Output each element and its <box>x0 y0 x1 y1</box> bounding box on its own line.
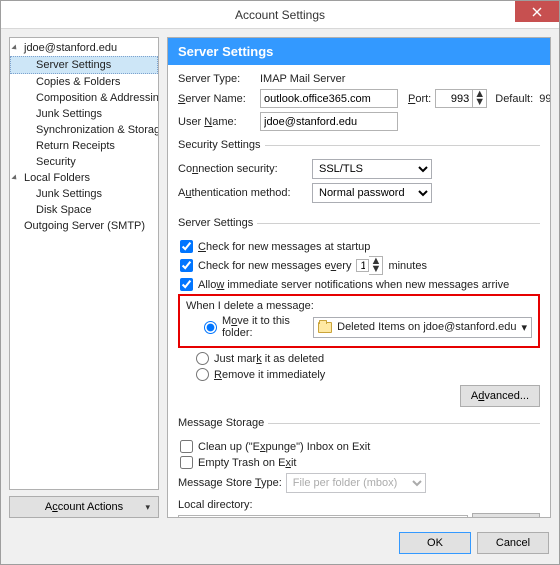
sidebar: jdoe@stanford.edu Server Settings Copies… <box>9 37 159 518</box>
main-panel: Server Settings Server Type: IMAP Mail S… <box>167 37 551 518</box>
account-actions-button[interactable]: Account Actions ▾ <box>9 496 159 518</box>
store-type-label: Message Store Type: <box>178 477 282 489</box>
account-tree[interactable]: jdoe@stanford.edu Server Settings Copies… <box>9 37 159 490</box>
browse-button[interactable]: Browse... <box>472 513 540 517</box>
local-directory-input[interactable] <box>178 515 468 518</box>
tree-account[interactable]: jdoe@stanford.edu <box>10 40 158 56</box>
window-title: Account Settings <box>1 8 559 22</box>
titlebar: Account Settings <box>1 1 559 29</box>
default-port-label: Default: 993 <box>495 93 550 105</box>
tree-item-smtp[interactable]: Outgoing Server (SMTP) <box>10 218 158 234</box>
caret-down-icon: ▾ <box>145 502 150 513</box>
check-startup-checkbox[interactable]: Check for new messages at startup <box>180 240 540 253</box>
spinner-arrows-icon[interactable]: ▲▼ <box>369 256 383 275</box>
check-interval-spinner[interactable]: ▲▼ <box>356 256 383 275</box>
cancel-button[interactable]: Cancel <box>477 532 549 554</box>
store-type-select: File per folder (mbox) <box>286 473 426 493</box>
ok-button[interactable]: OK <box>399 532 471 554</box>
tree-item-disk-space[interactable]: Disk Space <box>10 202 158 218</box>
message-storage-group: Message Storage Clean up ("Expunge") Inb… <box>178 417 540 517</box>
delete-message-label: When I delete a message: <box>186 300 532 312</box>
server-name-label: Server Name: <box>178 93 256 105</box>
account-settings-window: Account Settings jdoe@stanford.edu Serve… <box>0 0 560 565</box>
connection-security-select[interactable]: SSL/TLS <box>312 159 432 179</box>
expunge-checkbox[interactable]: Clean up ("Expunge") Inbox on Exit <box>180 440 540 453</box>
folder-icon <box>318 322 332 333</box>
message-storage-legend: Message Storage <box>178 417 268 429</box>
security-settings-group: Security Settings Connection security: S… <box>178 139 540 209</box>
tree-item-receipts[interactable]: Return Receipts <box>10 138 158 154</box>
tree-item-security[interactable]: Security <box>10 154 158 170</box>
deleted-folder-label: Deleted Items on jdoe@stanford.edu <box>337 321 516 333</box>
tree-item-local-junk[interactable]: Junk Settings <box>10 186 158 202</box>
server-type-label: Server Type: <box>178 73 256 85</box>
empty-trash-checkbox[interactable]: Empty Trash on Exit <box>180 456 540 469</box>
move-to-folder-radio[interactable]: Move it to this folder: Deleted Items on… <box>204 315 532 339</box>
panel-header: Server Settings <box>168 38 550 65</box>
tree-item-sync[interactable]: Synchronization & Storage <box>10 122 158 138</box>
server-name-input[interactable] <box>260 89 398 108</box>
check-interval-input[interactable] <box>356 259 369 272</box>
mark-deleted-radio[interactable]: Just mark it as deleted <box>196 352 540 365</box>
server-type-value: IMAP Mail Server <box>260 73 345 85</box>
remove-immediately-radio[interactable]: Remove it immediately <box>196 368 540 381</box>
dialog-footer: OK Cancel <box>1 526 559 564</box>
security-legend: Security Settings <box>178 139 265 151</box>
port-input[interactable] <box>435 89 473 108</box>
tree-local-folders[interactable]: Local Folders <box>10 170 158 186</box>
username-input[interactable] <box>260 112 398 131</box>
tree-item-copies-folders[interactable]: Copies & Folders <box>10 74 158 90</box>
spinner-arrows-icon[interactable]: ▲▼ <box>473 89 487 108</box>
connection-security-label: Connection security: <box>178 163 308 175</box>
account-actions-label: Account Actions <box>45 501 123 513</box>
chevron-down-icon: ▾ <box>521 321 527 334</box>
auth-method-select[interactable]: Normal password <box>312 183 432 203</box>
port-label: Port: <box>408 93 431 105</box>
check-interval-checkbox[interactable] <box>180 259 193 272</box>
local-directory-label: Local directory: <box>178 499 540 511</box>
tree-item-composition[interactable]: Composition & Addressing <box>10 90 158 106</box>
advanced-button[interactable]: Advanced... <box>460 385 540 407</box>
dialog-body: jdoe@stanford.edu Server Settings Copies… <box>1 29 559 526</box>
tree-item-server-settings[interactable]: Server Settings <box>10 56 158 74</box>
close-icon <box>532 7 542 17</box>
minutes-label: minutes <box>388 260 427 272</box>
auth-method-label: Authentication method: <box>178 187 308 199</box>
server-settings-group: Server Settings Check for new messages a… <box>178 217 540 409</box>
server-settings-legend: Server Settings <box>178 217 257 229</box>
tree-item-junk[interactable]: Junk Settings <box>10 106 158 122</box>
panel-body: Server Type: IMAP Mail Server Server Nam… <box>168 65 550 517</box>
allow-idle-checkbox[interactable]: Allow immediate server notifications whe… <box>180 278 540 291</box>
port-spinner[interactable]: ▲▼ <box>435 89 487 108</box>
username-label: User Name: <box>178 116 256 128</box>
check-interval-row: Check for new messages every ▲▼ minutes <box>180 256 540 275</box>
delete-highlight: When I delete a message: Move it to this… <box>178 294 540 348</box>
deleted-folder-select[interactable]: Deleted Items on jdoe@stanford.edu ▾ <box>313 317 532 338</box>
close-button[interactable] <box>515 1 559 22</box>
